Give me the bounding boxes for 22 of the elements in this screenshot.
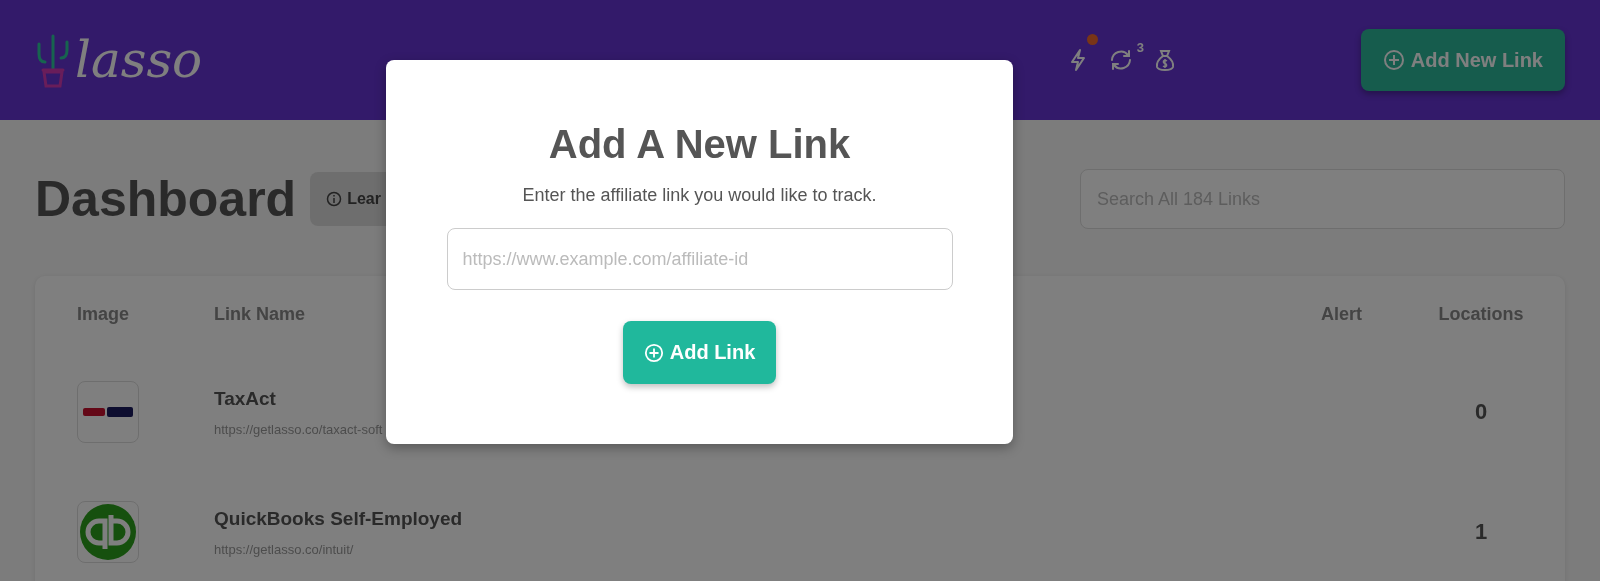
add-new-link-button[interactable]: Add New Link <box>1360 29 1565 91</box>
plus-circle-icon <box>643 342 664 363</box>
column-header: Image <box>76 303 131 325</box>
plus-circle-icon <box>1382 49 1405 71</box>
column-header: Alert <box>1321 303 1363 325</box>
money-bag-icon[interactable] <box>1154 48 1176 72</box>
modal-title: Add A New Link <box>548 122 851 167</box>
column-header: Locations <box>1437 303 1525 325</box>
logo-icon <box>82 404 134 420</box>
locations-count: 0 <box>1473 399 1489 425</box>
sync-icon[interactable] <box>1108 48 1134 72</box>
link-url-field[interactable]: https://www.example.com/affiliate-id <box>446 228 953 290</box>
logo-text[interactable]: lasso <box>75 35 203 85</box>
link-name[interactable]: QuickBooks Self-Employed <box>214 507 1321 530</box>
locations-count: 1 <box>1473 519 1489 545</box>
info-icon <box>326 191 343 207</box>
column-header: Link Name <box>214 303 307 325</box>
modal-subtitle: Enter the affiliate link you would like to track. <box>522 185 877 206</box>
lightning-icon[interactable] <box>1068 48 1088 72</box>
page-title: Dashboard <box>35 170 297 228</box>
add-link-button[interactable]: Add Link <box>622 321 777 384</box>
count-label: 3 <box>1136 40 1144 55</box>
